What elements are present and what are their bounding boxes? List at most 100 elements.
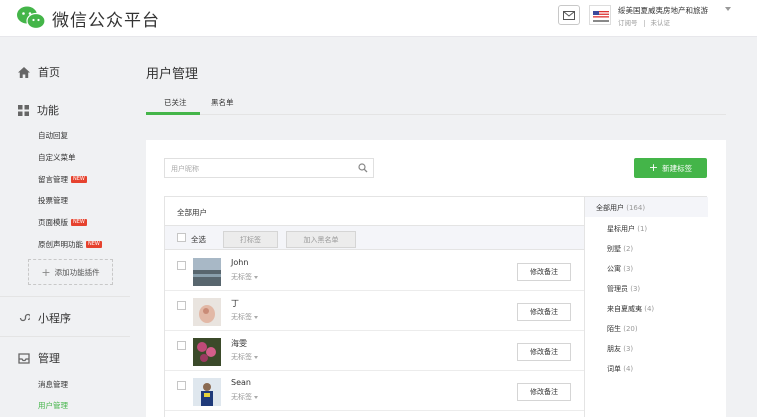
new-tag-button[interactable]: + 新建标签: [634, 158, 707, 178]
sidebar-mini-program-label: 小程序: [38, 312, 71, 325]
tag-name: 星标用户: [607, 225, 635, 233]
inbox-icon: [18, 352, 30, 364]
tab-followed[interactable]: 已关注: [164, 97, 187, 108]
sidebar-manage-label: 管理: [38, 352, 60, 365]
tag-count: (4): [644, 305, 655, 313]
tag-item[interactable]: 别墅 (2): [607, 244, 633, 254]
sidebar-item-custom-menu[interactable]: 自定义菜单: [38, 152, 76, 163]
edit-remark-button[interactable]: 修改备注: [517, 303, 571, 321]
user-tag-selector[interactable]: 无标签: [231, 272, 258, 282]
row-checkbox[interactable]: [177, 261, 186, 270]
search-icon[interactable]: [358, 163, 368, 173]
account-dropdown-icon[interactable]: [725, 7, 731, 11]
user-name: John: [231, 258, 249, 267]
tag-count: (1): [637, 225, 648, 233]
tag-all-users[interactable]: 全部用户 (164): [585, 197, 708, 217]
tag-name: 来自夏威夷: [607, 305, 642, 313]
list-title: 全部用户: [177, 208, 207, 217]
table-row[interactable]: 丁 无标签 修改备注: [165, 291, 584, 331]
user-tag-selector[interactable]: 无标签: [231, 352, 258, 362]
avatar[interactable]: [193, 258, 221, 286]
sidebar-item-auto-reply[interactable]: 自动回复: [38, 130, 68, 141]
plus-icon: +: [41, 265, 51, 279]
user-tag-label: 无标签: [231, 273, 252, 281]
tag-item[interactable]: 词单 (4): [607, 364, 633, 374]
meta-separator: [643, 19, 645, 27]
tag-item[interactable]: 管理员 (3): [607, 284, 640, 294]
tag-name: 朋友: [607, 345, 621, 353]
list-toolbar: 全选 打标签 加入黑名单: [165, 225, 584, 250]
site-title: 微信公众平台: [52, 11, 160, 31]
search-placeholder: 用户昵称: [171, 165, 199, 173]
wechat-logo-icon[interactable]: [16, 5, 46, 31]
sidebar-item-mini-program[interactable]: 小程序: [18, 310, 71, 326]
add-plugin-button[interactable]: + 添加功能插件: [28, 259, 113, 285]
mail-button[interactable]: [558, 5, 580, 25]
tag-item[interactable]: 来自夏威夷 (4): [607, 304, 654, 314]
edit-remark-button[interactable]: 修改备注: [517, 263, 571, 281]
table-row[interactable]: John 无标签 修改备注: [165, 251, 584, 291]
user-tag-selector[interactable]: 无标签: [231, 312, 258, 322]
tag-name: 管理员: [607, 285, 628, 293]
search-input[interactable]: 用户昵称: [164, 158, 374, 178]
add-to-blacklist-button[interactable]: 加入黑名单: [286, 231, 356, 248]
tag-item[interactable]: 公寓 (3): [607, 264, 633, 274]
user-name: 丁: [231, 299, 239, 308]
sidebar-item-users[interactable]: 用户管理: [38, 400, 68, 411]
user-panel: 用户昵称 + 新建标签 全部用户 全选 打标签 加入黑名单 John 无标签 修…: [146, 140, 726, 417]
main-content: 用户管理 已关注 黑名单 用户昵称 + 新建标签 全部用户 全选 打标签 加入黑…: [131, 38, 757, 417]
user-tag-label: 无标签: [231, 393, 252, 401]
caret-down-icon: [254, 355, 258, 359]
sidebar-item-page-template[interactable]: 页面模版 NEW: [38, 217, 87, 228]
user-tag-label: 无标签: [231, 353, 252, 361]
tag-count: (3): [623, 345, 634, 353]
user-name: 海雯: [231, 339, 247, 348]
sidebar-item-label: 留言管理: [38, 175, 68, 184]
account-avatar[interactable]: [589, 5, 611, 25]
tag-count: (20): [623, 325, 638, 333]
account-status: 未认证: [650, 19, 671, 27]
tag-item[interactable]: 星标用户 (1): [607, 224, 647, 234]
grid-icon: [18, 104, 29, 116]
tag-count: (2): [623, 245, 634, 253]
avatar[interactable]: [193, 338, 221, 366]
sidebar-divider: [0, 336, 130, 337]
avatar[interactable]: [193, 298, 221, 326]
tag-name: 公寓: [607, 265, 621, 273]
table-row[interactable]: Sean 无标签 修改备注: [165, 371, 584, 411]
tag-name: 词单: [607, 365, 621, 373]
tag-item[interactable]: 朋友 (3): [607, 344, 633, 354]
edit-remark-button[interactable]: 修改备注: [517, 343, 571, 361]
tag-count: (3): [623, 265, 634, 273]
sidebar-item-original-declaration[interactable]: 原创声明功能 NEW: [38, 239, 102, 250]
edit-remark-button[interactable]: 修改备注: [517, 383, 571, 401]
select-all-checkbox[interactable]: [177, 233, 186, 242]
user-tag-selector[interactable]: 无标签: [231, 392, 258, 402]
sidebar-item-messages[interactable]: 消息管理: [38, 379, 68, 390]
tag-name: 陌生: [607, 325, 621, 333]
flag-avatar-icon: [593, 11, 609, 22]
account-name[interactable]: 绥美国夏威夷房地产和旅游: [618, 5, 708, 16]
tab-blacklist[interactable]: 黑名单: [211, 97, 234, 108]
sidebar-item-label: 投票管理: [38, 196, 68, 205]
sidebar-item-voting[interactable]: 投票管理: [38, 195, 68, 206]
user-list: 全部用户 全选 打标签 加入黑名单 John 无标签 修改备注 丁 无标签 修改…: [165, 197, 584, 417]
sidebar-item-label: 用户管理: [38, 401, 68, 410]
new-badge: NEW: [71, 219, 87, 226]
avatar[interactable]: [193, 378, 221, 406]
row-checkbox[interactable]: [177, 381, 186, 390]
mini-program-icon: [19, 313, 30, 322]
home-icon: [18, 66, 30, 78]
tag-users-button[interactable]: 打标签: [223, 231, 278, 248]
row-checkbox[interactable]: [177, 341, 186, 350]
sidebar-item-comments[interactable]: 留言管理 NEW: [38, 174, 87, 185]
account-meta: 订阅号 未认证: [618, 17, 670, 27]
tab-bar: 已关注 黑名单: [146, 94, 726, 115]
sidebar-item-home[interactable]: 首页: [18, 64, 60, 80]
tag-item[interactable]: 陌生 (20): [607, 324, 638, 334]
tag-count: (3): [630, 285, 641, 293]
tag-count: (4): [623, 365, 634, 373]
row-checkbox[interactable]: [177, 301, 186, 310]
table-row[interactable]: 海雯 无标签 修改备注: [165, 331, 584, 371]
sidebar: 首页 功能 自动回复 自定义菜单 留言管理 NEW 投票管理 页面模版 NEW 原创…: [0, 38, 130, 417]
